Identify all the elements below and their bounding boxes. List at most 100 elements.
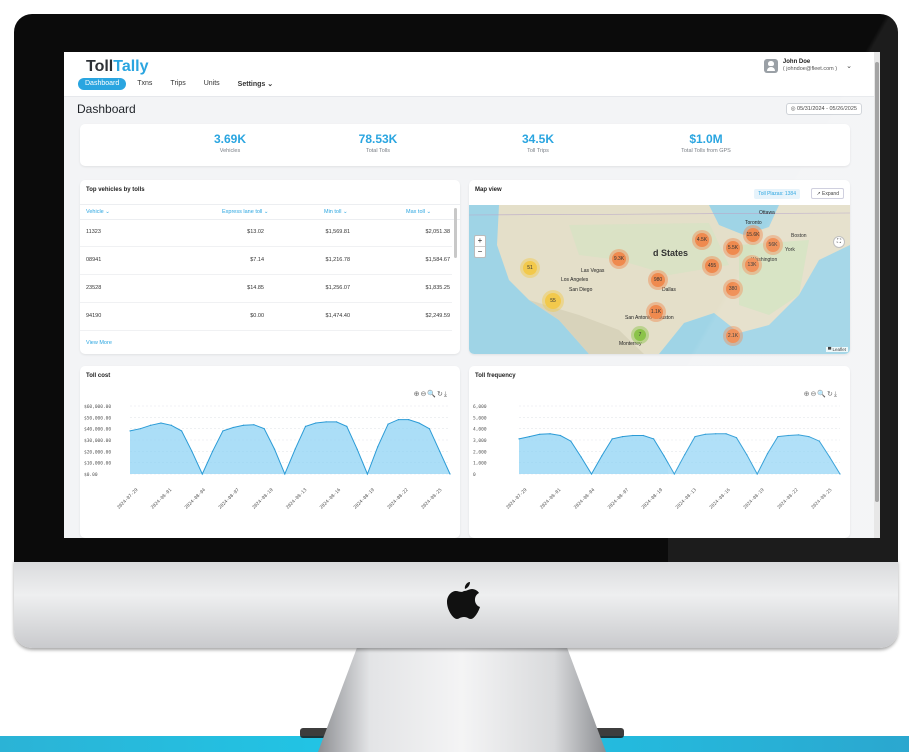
data-point[interactable]	[335, 421, 338, 423]
data-point[interactable]	[191, 450, 193, 452]
table-row[interactable]: 08941 $7.14 $1,216.78 $1,584.67	[80, 246, 452, 275]
data-point[interactable]	[439, 450, 441, 452]
column-header-vehicle[interactable]: Vehicle ⌄	[86, 209, 110, 215]
data-point[interactable]	[304, 425, 307, 427]
data-point[interactable]	[418, 422, 420, 424]
table-row[interactable]: 11323 $13.02 $1,569.81 $2,051.38	[80, 218, 452, 247]
data-point[interactable]	[397, 419, 399, 421]
data-point[interactable]	[839, 473, 841, 475]
nav-trips[interactable]: Trips	[163, 78, 192, 90]
data-point[interactable]	[694, 436, 696, 438]
view-more-link[interactable]: View More	[86, 340, 112, 346]
data-point[interactable]	[346, 425, 348, 427]
data-point[interactable]	[808, 436, 810, 438]
cluster-marker[interactable]: 2.1K	[726, 329, 740, 343]
data-point[interactable]	[222, 430, 224, 432]
nav-units[interactable]: Units	[197, 78, 227, 90]
cluster-marker[interactable]: 980	[651, 273, 665, 287]
data-point[interactable]	[201, 473, 203, 475]
cluster-marker[interactable]: 1.1K	[649, 305, 663, 319]
data-point[interactable]	[549, 433, 551, 435]
data-point[interactable]	[756, 473, 758, 475]
data-point[interactable]	[673, 473, 675, 475]
data-point[interactable]	[356, 448, 358, 450]
data-point[interactable]	[387, 423, 389, 425]
table-row[interactable]: 94190 $0.00 $1,474.40 $2,249.59	[80, 302, 452, 331]
nav-dashboard[interactable]: Dashboard	[78, 78, 127, 90]
data-point[interactable]	[377, 446, 379, 448]
data-point[interactable]	[325, 421, 327, 423]
data-point[interactable]	[777, 436, 779, 438]
zoom-in-button[interactable]: +	[475, 236, 485, 246]
data-point[interactable]	[539, 433, 541, 435]
data-point[interactable]	[735, 437, 738, 439]
cluster-marker[interactable]: 380	[726, 282, 740, 296]
data-point[interactable]	[797, 434, 800, 436]
data-point[interactable]	[829, 456, 831, 458]
data-point[interactable]	[663, 455, 665, 457]
cluster-marker[interactable]: 56K	[766, 238, 780, 252]
data-point[interactable]	[704, 433, 706, 435]
data-point[interactable]	[428, 428, 430, 430]
table-scrollbar[interactable]	[454, 208, 457, 258]
table-row[interactable]: 23528 $14.85 $1,256.07 $1,835.25	[80, 274, 452, 303]
page-scrollbar[interactable]	[874, 52, 880, 538]
data-point[interactable]	[621, 436, 624, 438]
data-point[interactable]	[766, 453, 769, 455]
data-point[interactable]	[528, 436, 530, 438]
data-point[interactable]	[632, 434, 634, 437]
column-header-express[interactable]: Express lane toll ⌄	[222, 209, 269, 215]
data-point[interactable]	[449, 473, 451, 475]
data-point[interactable]	[715, 433, 717, 435]
data-point[interactable]	[653, 438, 655, 440]
chart-toolbox[interactable]: ⊕⊖🔍↻⤓	[414, 390, 448, 399]
toll-plazas-badge[interactable]: Toll Plazas: 1384	[754, 189, 800, 199]
cluster-marker[interactable]: 51	[523, 261, 537, 275]
date-range-picker[interactable]: ◎ 05/31/2024 - 05/26/2025	[785, 103, 862, 115]
expand-button[interactable]: ↗ Expand	[811, 188, 844, 199]
cluster-marker[interactable]: 9.3K	[612, 252, 626, 266]
data-point[interactable]	[590, 473, 593, 475]
fullscreen-icon[interactable]: ⛶	[833, 236, 845, 248]
nav-txns[interactable]: Txns	[130, 78, 159, 90]
data-point[interactable]	[570, 440, 572, 442]
data-point[interactable]	[746, 454, 748, 456]
app-logo[interactable]: TollTally	[86, 58, 149, 76]
zoom-out-button[interactable]: −	[475, 246, 485, 257]
data-point[interactable]	[160, 422, 162, 424]
data-point[interactable]	[366, 473, 369, 475]
cluster-marker[interactable]: 455	[705, 259, 719, 273]
column-header-min[interactable]: Min toll ⌄	[324, 209, 348, 215]
cluster-marker[interactable]: 7	[634, 329, 646, 341]
data-point[interactable]	[725, 433, 727, 435]
data-point[interactable]	[559, 434, 562, 437]
cluster-marker[interactable]: 15.6K	[746, 228, 760, 242]
data-point[interactable]	[284, 473, 286, 475]
map-view[interactable]: d States Los Angeles Las Vegas San Diego…	[469, 205, 850, 354]
data-point[interactable]	[684, 454, 686, 456]
data-point[interactable]	[315, 422, 317, 424]
data-point[interactable]	[787, 434, 789, 437]
data-point[interactable]	[518, 438, 520, 440]
data-point[interactable]	[139, 428, 141, 430]
cluster-marker[interactable]: 4.5K	[695, 233, 709, 247]
data-point[interactable]	[232, 426, 234, 429]
data-point[interactable]	[611, 438, 613, 440]
cluster-marker[interactable]: 55	[545, 293, 561, 309]
data-point[interactable]	[150, 424, 152, 426]
data-point[interactable]	[294, 448, 296, 450]
data-point[interactable]	[642, 434, 644, 437]
cluster-marker[interactable]: 5.5K	[726, 241, 740, 255]
map-attribution[interactable]: ▀ Leaflet	[826, 347, 848, 352]
data-point[interactable]	[263, 428, 265, 430]
user-menu[interactable]: John Doe ( johndoe@fleet.com ) ⌄	[763, 58, 852, 73]
data-point[interactable]	[580, 456, 582, 458]
data-point[interactable]	[253, 424, 255, 426]
column-header-max[interactable]: Max toll ⌄	[406, 209, 431, 215]
data-point[interactable]	[181, 430, 183, 432]
data-point[interactable]	[601, 455, 603, 457]
data-point[interactable]	[211, 450, 214, 452]
chart-toolbox[interactable]: ⊕⊖🔍↻⤓	[804, 390, 838, 399]
data-point[interactable]	[242, 424, 245, 426]
cluster-marker[interactable]: 13K	[745, 258, 759, 272]
